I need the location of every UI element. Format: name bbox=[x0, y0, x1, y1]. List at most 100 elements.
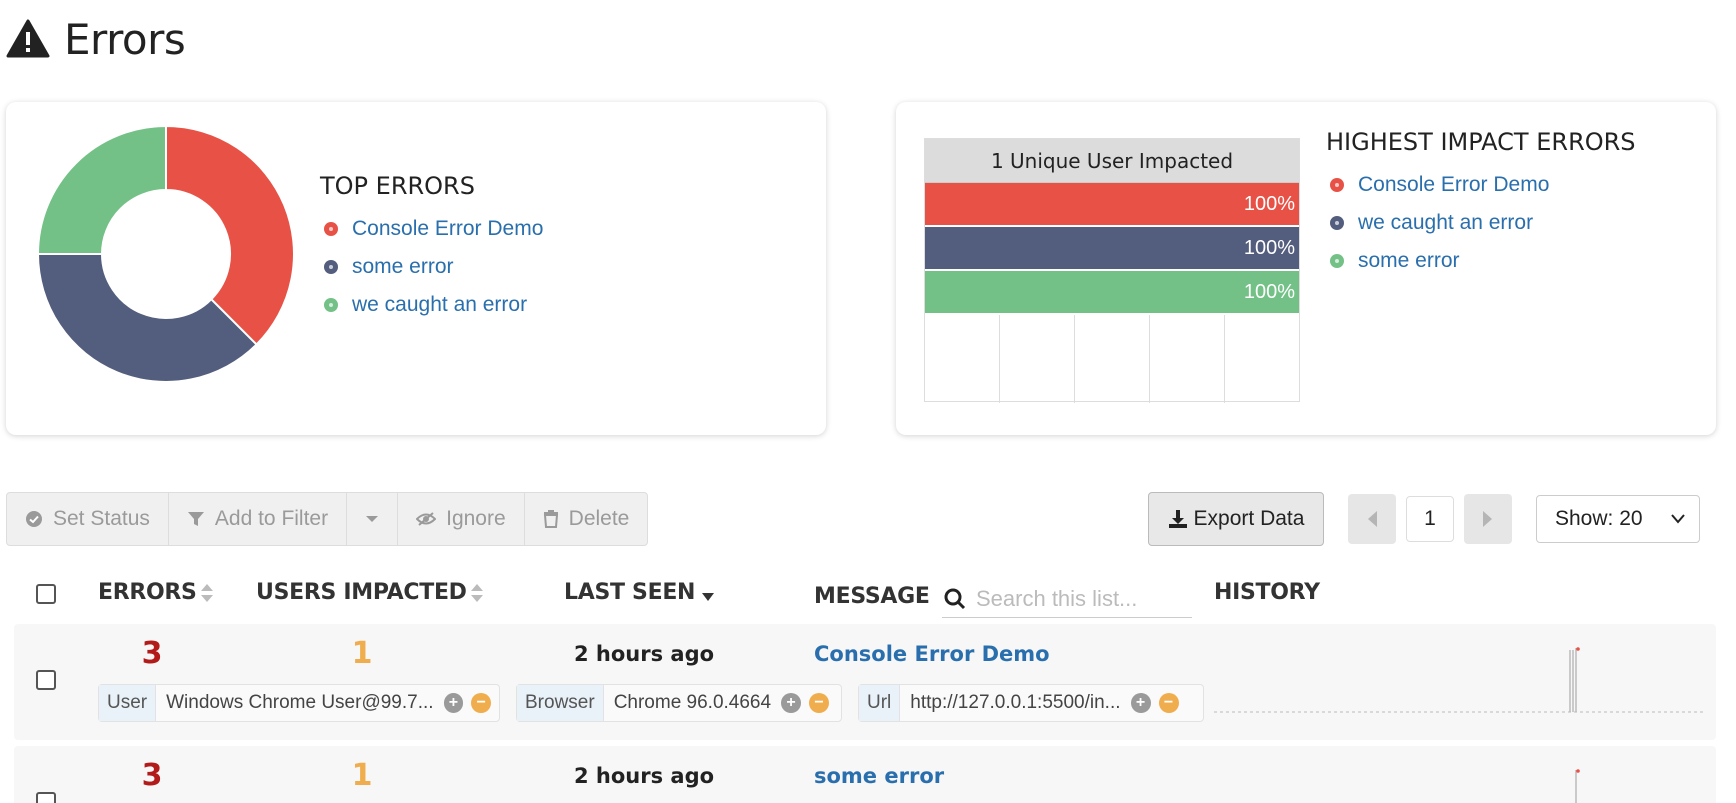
add-filter-icon[interactable]: + bbox=[781, 693, 802, 713]
legend-dot bbox=[1330, 216, 1344, 230]
add-filter-icon[interactable]: + bbox=[443, 693, 464, 713]
top-error-item[interactable]: we caught an error bbox=[320, 286, 543, 324]
browser-tag: Browser Chrome 96.0.4664 + − bbox=[516, 684, 842, 722]
message-column-header: MESSAGE bbox=[814, 584, 930, 609]
highest-impact-legend: HIGHEST IMPACT ERRORS Console Error Demo… bbox=[1326, 128, 1636, 280]
exclude-filter-icon[interactable]: − bbox=[471, 693, 491, 713]
legend-dot bbox=[324, 260, 338, 274]
users-count: 1 bbox=[351, 758, 373, 793]
set-status-label: Set Status bbox=[53, 507, 150, 530]
next-page-button[interactable] bbox=[1464, 494, 1512, 544]
filter-dropdown-button[interactable] bbox=[347, 493, 399, 545]
error-message-link[interactable]: Console Error Demo bbox=[814, 642, 1050, 666]
tag-key: Browser bbox=[517, 685, 604, 721]
user-tag: User Windows Chrome User@99.7... + − bbox=[98, 684, 500, 722]
ignore-label: Ignore bbox=[446, 507, 506, 530]
impact-error-label: Console Error Demo bbox=[1358, 173, 1550, 196]
legend-dot bbox=[1330, 254, 1344, 268]
current-page[interactable]: 1 bbox=[1406, 496, 1454, 542]
error-count: 3 bbox=[141, 636, 163, 671]
sort-icon bbox=[470, 583, 483, 602]
history-sparkline bbox=[1214, 647, 1704, 713]
impact-error-label: some error bbox=[1358, 249, 1460, 272]
exclude-filter-icon[interactable]: − bbox=[809, 693, 830, 713]
search-input[interactable] bbox=[976, 585, 1196, 612]
error-message-link[interactable]: some error bbox=[814, 764, 944, 788]
add-filter-icon[interactable]: + bbox=[1130, 693, 1151, 713]
impact-chart-header: 1 Unique User Impacted bbox=[925, 139, 1299, 183]
users-header-label: USERS IMPACTED bbox=[256, 580, 467, 605]
download-icon bbox=[1168, 510, 1187, 528]
impact-bar-chart: 1 Unique User Impacted 100% 100% 100% bbox=[924, 138, 1300, 403]
row-checkbox[interactable] bbox=[36, 670, 56, 690]
export-data-label: Export Data bbox=[1193, 507, 1305, 530]
impact-bar: 100% bbox=[925, 227, 1299, 269]
chevron-right-icon bbox=[1483, 511, 1492, 527]
sort-desc-icon bbox=[702, 592, 715, 601]
export-data-button[interactable]: Export Data bbox=[1148, 492, 1324, 546]
highest-impact-card: 1 Unique User Impacted 100% 100% 100% HI… bbox=[896, 102, 1716, 435]
legend-dot bbox=[1330, 178, 1344, 192]
table-row[interactable]: 3 1 2 hours ago some error bbox=[14, 746, 1716, 803]
donut-slice bbox=[36, 253, 258, 383]
tag-key: Url bbox=[859, 685, 901, 721]
impact-bar: 100% bbox=[925, 183, 1299, 225]
row-checkbox[interactable] bbox=[36, 792, 56, 803]
select-all-checkbox[interactable] bbox=[36, 584, 56, 604]
page-header: Errors bbox=[6, 14, 186, 64]
last-seen-header-label: LAST SEEN bbox=[564, 580, 696, 605]
impact-error-item[interactable]: we caught an error bbox=[1326, 204, 1636, 242]
set-status-button[interactable]: Set Status bbox=[7, 493, 169, 545]
top-error-label: Console Error Demo bbox=[352, 217, 544, 240]
last-seen-value: 2 hours ago bbox=[574, 764, 715, 788]
impact-bar-label: 100% bbox=[1243, 280, 1295, 303]
last-seen-column-header[interactable]: LAST SEEN bbox=[564, 580, 715, 605]
users-impacted-column-header[interactable]: USERS IMPACTED bbox=[256, 580, 484, 605]
donut-slice bbox=[165, 124, 295, 346]
add-to-filter-label: Add to Filter bbox=[214, 507, 329, 530]
exclude-filter-icon[interactable]: − bbox=[1158, 693, 1179, 713]
donut-slice bbox=[36, 124, 167, 255]
check-circle-icon bbox=[26, 511, 42, 527]
caret-down-icon bbox=[366, 516, 379, 522]
table-row[interactable]: 3 1 2 hours ago Console Error Demo User … bbox=[14, 624, 1716, 740]
tag-value: Chrome 96.0.4664 bbox=[613, 692, 772, 713]
history-sparkline bbox=[1575, 769, 1580, 803]
history-column-header: HISTORY bbox=[1214, 580, 1320, 605]
errors-header-label: ERRORS bbox=[98, 580, 197, 605]
impact-bar-label: 100% bbox=[1243, 236, 1295, 259]
users-count: 1 bbox=[351, 636, 373, 671]
filter-icon bbox=[187, 512, 204, 526]
page-size-select[interactable]: Show: 20 bbox=[1536, 495, 1700, 543]
top-errors-card: TOP ERRORS Console Error Demo some error… bbox=[6, 102, 826, 435]
top-error-item[interactable]: some error bbox=[320, 248, 543, 286]
add-to-filter-button[interactable]: Add to Filter bbox=[169, 493, 348, 545]
trash-icon bbox=[543, 510, 558, 528]
errors-column-header[interactable]: ERRORS bbox=[98, 580, 214, 605]
tag-value: Windows Chrome User@99.7... bbox=[166, 692, 434, 713]
delete-button[interactable]: Delete bbox=[525, 493, 648, 545]
search-icon bbox=[944, 588, 966, 610]
url-tag: Url http://127.0.0.1:5500/in... + − bbox=[858, 684, 1204, 722]
error-count: 3 bbox=[141, 758, 163, 793]
top-errors-legend: TOP ERRORS Console Error Demo some error… bbox=[320, 172, 543, 324]
last-seen-value: 2 hours ago bbox=[574, 642, 715, 666]
impact-grid bbox=[925, 315, 1299, 403]
ignore-button[interactable]: Ignore bbox=[398, 493, 525, 545]
prev-page-button[interactable] bbox=[1348, 494, 1396, 544]
tag-value: http://127.0.0.1:5500/in... bbox=[910, 692, 1121, 713]
legend-dot bbox=[324, 298, 338, 312]
top-errors-title: TOP ERRORS bbox=[320, 172, 475, 200]
top-error-item[interactable]: Console Error Demo bbox=[320, 210, 543, 248]
top-error-label: we caught an error bbox=[352, 293, 528, 316]
impact-error-item[interactable]: some error bbox=[1326, 242, 1636, 280]
tag-key: User bbox=[99, 685, 157, 721]
impact-error-label: we caught an error bbox=[1358, 211, 1534, 234]
impact-error-item[interactable]: Console Error Demo bbox=[1326, 166, 1636, 204]
eye-slash-icon bbox=[416, 512, 437, 526]
delete-label: Delete bbox=[568, 507, 630, 530]
legend-dot bbox=[324, 222, 338, 236]
message-header-label: MESSAGE bbox=[814, 584, 930, 609]
warning-icon bbox=[6, 19, 50, 58]
impact-bar-label: 100% bbox=[1243, 192, 1295, 215]
